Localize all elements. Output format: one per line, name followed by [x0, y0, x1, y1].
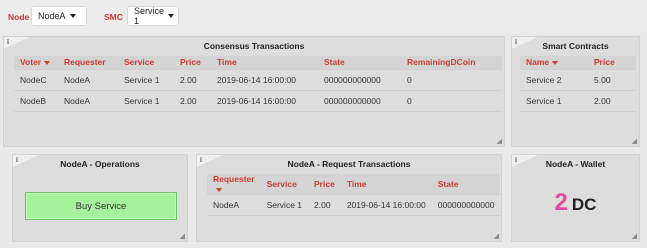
request-transactions-panel: i NodeA - Request Transactions Requester… [196, 154, 502, 242]
col-name[interactable]: Name [520, 56, 588, 70]
cell: 5.00 [588, 69, 636, 91]
cell: 2.00 [174, 69, 211, 91]
table-header-row: Name Price [520, 56, 636, 70]
resize-handle-icon[interactable]: ◢ [494, 232, 499, 240]
cell: NodeA [207, 194, 261, 216]
cell: Service 2 [520, 69, 588, 91]
node-label: Node [8, 12, 30, 22]
cell: 2.00 [588, 90, 636, 112]
cell: 2.00 [174, 90, 211, 112]
resize-handle-icon[interactable]: ◢ [632, 137, 637, 145]
cell: 0 [401, 90, 502, 112]
col-service[interactable]: Service [260, 174, 309, 195]
cell: NodeA [58, 90, 118, 112]
table-header-row: Voter Requester Service Price Time State… [14, 56, 502, 70]
cell: NodeC [14, 69, 58, 91]
cell: NodeA [58, 69, 118, 91]
col-price[interactable]: Price [308, 174, 341, 195]
wallet-amount: 2 [554, 189, 568, 216]
smart-contracts-panel: i Smart Contracts Name Price Service 2 5… [511, 36, 640, 147]
cell: 2.00 [308, 194, 341, 216]
cell: 2019-06-14 16:00:00 [211, 90, 318, 112]
col-remaining[interactable]: RemainingDCoin [401, 56, 502, 70]
table-header-row: Requester Service Price Time State [207, 174, 501, 195]
col-voter[interactable]: Voter [14, 56, 58, 70]
cell: NodeB [14, 90, 58, 112]
table-row[interactable]: Service 2 5.00 [520, 69, 636, 91]
buy-service-button[interactable]: Buy Service [25, 192, 177, 220]
cell: Service 1 [260, 194, 309, 216]
col-time[interactable]: Time [340, 174, 432, 195]
col-requester[interactable]: Requester [207, 174, 261, 195]
table-row[interactable]: NodeB NodeA Service 1 2.00 2019-06-14 16… [14, 90, 502, 112]
consensus-panel: i Consensus Transactions Voter Requester… [3, 36, 505, 147]
resize-handle-icon[interactable]: ◢ [632, 232, 637, 240]
smc-select-value: Service 1 [134, 6, 165, 26]
cell: Service 1 [118, 69, 174, 91]
resize-handle-icon[interactable]: ◢ [180, 232, 185, 240]
col-service[interactable]: Service [118, 56, 174, 70]
col-state[interactable]: State [318, 56, 401, 70]
panel-title: Consensus Transactions [203, 41, 305, 51]
node-select[interactable]: NodeA [31, 6, 87, 26]
table-row[interactable]: NodeC NodeA Service 1 2.00 2019-06-14 16… [14, 69, 502, 91]
cell: 000000000000 [318, 90, 401, 112]
cell: Service 1 [520, 90, 588, 112]
node-select-value: NodeA [38, 11, 66, 21]
col-time[interactable]: Time [211, 56, 318, 70]
top-toolbar: Node NodeA SMC Service 1 [0, 0, 647, 33]
wallet-panel: i NodeA - Wallet 2 DC ◢ [511, 154, 640, 242]
sort-caret-icon [552, 61, 559, 65]
chevron-down-icon [69, 14, 76, 18]
panel-title: NodeA - Operations [60, 159, 140, 169]
col-price[interactable]: Price [588, 56, 636, 70]
table-row[interactable]: Service 1 2.00 [520, 90, 636, 112]
operations-panel: i NodeA - Operations Buy Service ◢ [12, 154, 188, 242]
panel-title: NodeA - Wallet [545, 159, 606, 169]
cell: 2019-06-14 16:00:00 [340, 194, 432, 216]
wallet-balance: 2 DC [512, 189, 639, 217]
col-state[interactable]: State [431, 174, 501, 195]
table-row[interactable]: NodeA Service 1 2.00 2019-06-14 16:00:00… [207, 194, 501, 216]
panel-title: NodeA - Request Transactions [287, 159, 411, 169]
request-transactions-table: Requester Service Price Time State NodeA… [207, 174, 501, 216]
cell: 0 [401, 69, 502, 91]
cell: Service 1 [118, 90, 174, 112]
cell: 2019-06-14 16:00:00 [211, 69, 318, 91]
wallet-unit: DC [571, 195, 597, 214]
resize-handle-icon[interactable]: ◢ [497, 137, 502, 145]
smart-contracts-table: Name Price Service 2 5.00 Service 1 2.00 [520, 56, 636, 112]
panel-title: Smart Contracts [542, 41, 609, 51]
consensus-table: Voter Requester Service Price Time State… [14, 56, 502, 112]
smc-label: SMC [104, 12, 123, 22]
sort-caret-icon [44, 61, 51, 65]
smc-select[interactable]: Service 1 [127, 6, 179, 26]
col-price[interactable]: Price [174, 56, 211, 70]
cell: 000000000000 [318, 69, 401, 91]
chevron-down-icon [168, 14, 175, 18]
col-requester[interactable]: Requester [58, 56, 118, 70]
cell: 000000000000 [431, 194, 501, 216]
sort-caret-icon [216, 187, 222, 192]
